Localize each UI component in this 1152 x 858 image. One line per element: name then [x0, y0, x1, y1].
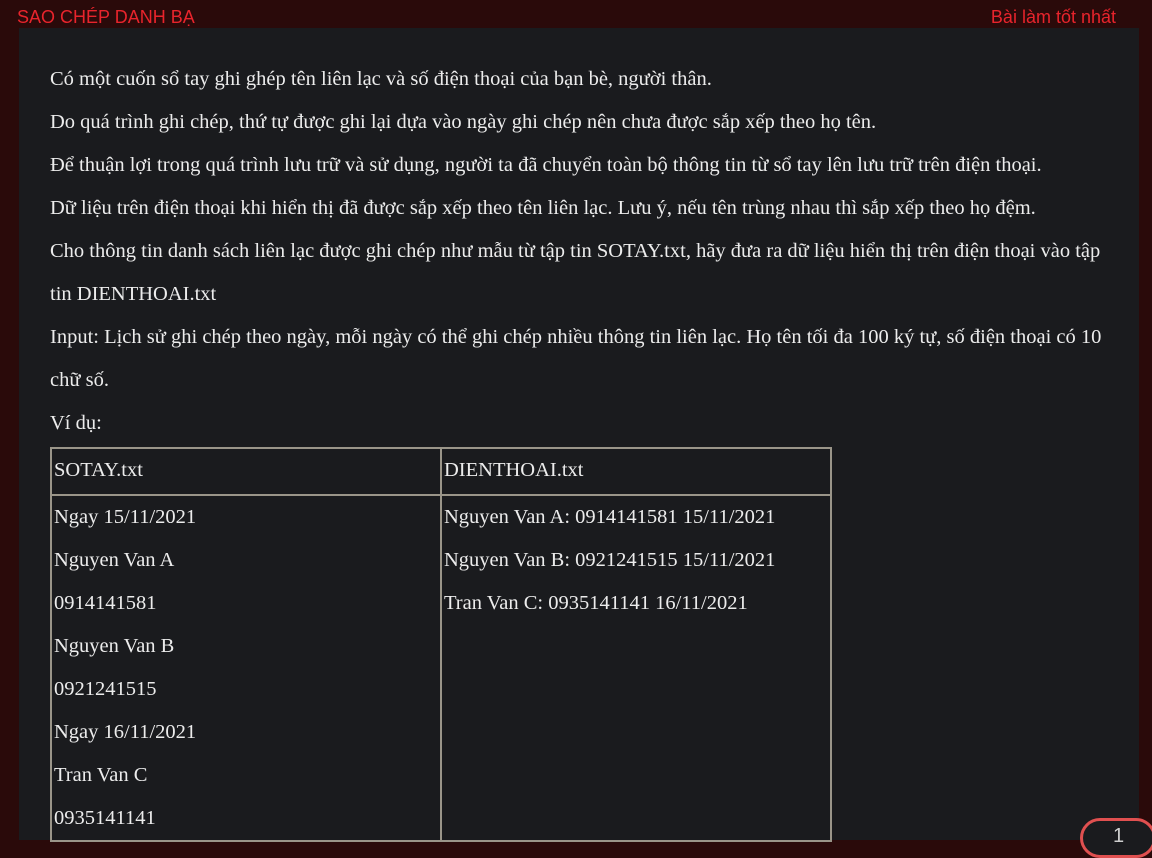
output-line: Tran Van C: 0935141141 16/11/2021	[444, 592, 748, 614]
input-line: Ngay 15/11/2021	[54, 506, 197, 528]
output-cell: Nguyen Van A: 0914141581 15/11/2021 Nguy…	[440, 494, 832, 842]
problem-title: SAO CHÉP DANH BẠ	[17, 7, 195, 27]
table-header-output: DIENTHOAI.txt	[440, 447, 832, 496]
best-solution-link[interactable]: Bài làm tốt nhất	[991, 7, 1116, 28]
statement-paragraph: Dữ liệu trên điện thoại khi hiển thị đã …	[50, 197, 1036, 219]
input-line: Tran Van C	[54, 764, 148, 786]
input-line: Nguyen Van B	[54, 635, 175, 657]
problem-statement: Có một cuốn sổ tay ghi ghép tên liên lạc…	[50, 58, 1115, 842]
input-line: 0935141141	[54, 807, 156, 829]
statement-paragraph: Có một cuốn sổ tay ghi ghép tên liên lạc…	[50, 68, 712, 90]
notification-badge[interactable]: 1	[1080, 818, 1152, 858]
table-row: Ngay 15/11/2021 Nguyen Van A 0914141581 …	[50, 494, 832, 842]
output-line: Nguyen Van B: 0921241515 15/11/2021	[444, 549, 776, 571]
statement-paragraph: Input: Lịch sử ghi chép theo ngày, mỗi n…	[50, 326, 1102, 391]
output-line: Nguyen Van A: 0914141581 15/11/2021	[444, 506, 776, 528]
problem-panel: Có một cuốn sổ tay ghi ghép tên liên lạc…	[19, 28, 1139, 842]
table-header-input: SOTAY.txt	[50, 447, 442, 496]
example-label: Ví dụ:	[50, 412, 102, 434]
statement-paragraph: Cho thông tin danh sách liên lạc được gh…	[50, 240, 1101, 305]
input-line: 0921241515	[54, 678, 157, 700]
example-table: SOTAY.txt DIENTHOAI.txt Ngay 15/11/2021 …	[50, 447, 832, 842]
input-line: 0914141581	[54, 592, 157, 614]
statement-paragraph: Để thuận lợi trong quá trình lưu trữ và …	[50, 154, 1042, 176]
input-line: Ngay 16/11/2021	[54, 721, 197, 743]
input-line: Nguyen Van A	[54, 549, 175, 571]
input-cell: Ngay 15/11/2021 Nguyen Van A 0914141581 …	[50, 494, 442, 842]
statement-paragraph: Do quá trình ghi chép, thứ tự được ghi l…	[50, 111, 877, 133]
table-header-row: SOTAY.txt DIENTHOAI.txt	[50, 447, 832, 496]
